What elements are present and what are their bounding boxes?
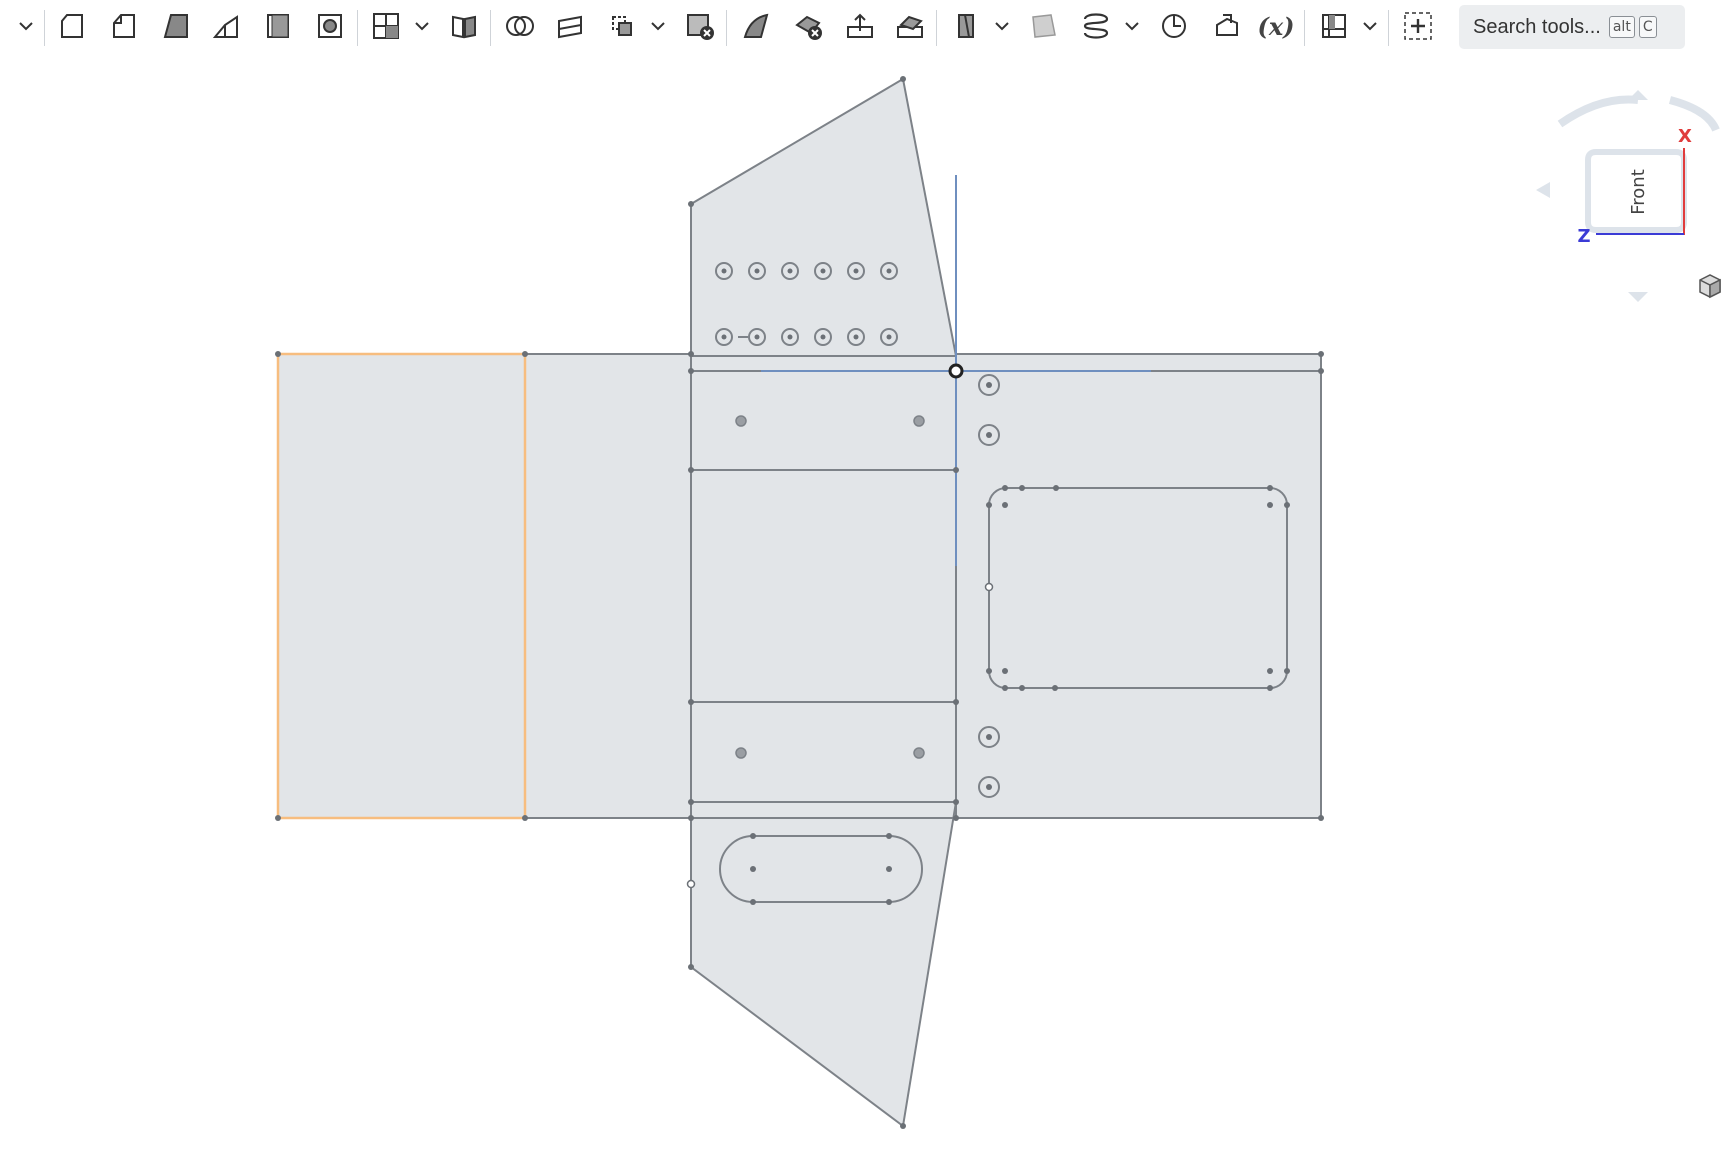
loft-icon[interactable] (206, 6, 246, 46)
mirror-icon[interactable] (444, 6, 484, 46)
boolean-icon[interactable] (500, 6, 540, 46)
origin-point[interactable] (948, 363, 964, 379)
edge-midpoint (686, 879, 696, 889)
view-up-arrow[interactable] (1628, 90, 1648, 100)
toolbar-divider (44, 10, 45, 46)
mate-connector-icon[interactable] (1154, 6, 1194, 46)
z-axis-label: Z (1577, 226, 1590, 247)
chevron-down-icon[interactable] (412, 16, 432, 36)
graphics-canvas[interactable] (0, 56, 1733, 1156)
add-custom-tool-icon[interactable] (1398, 6, 1438, 46)
chevron-down-icon[interactable] (1122, 16, 1142, 36)
sweep-icon[interactable] (156, 6, 196, 46)
rotate-right-arrow[interactable] (1668, 96, 1720, 132)
thicken-icon[interactable] (258, 6, 298, 46)
split-icon[interactable] (550, 6, 590, 46)
move-face-icon[interactable] (840, 6, 880, 46)
view-mode-cube-icon[interactable] (1699, 274, 1721, 299)
shortcut-key-c: C (1638, 16, 1657, 38)
surface-icon[interactable] (1024, 6, 1064, 46)
toolbar-divider (490, 10, 491, 46)
chevron-down-icon[interactable] (648, 16, 668, 36)
pattern-icon[interactable] (366, 6, 406, 46)
toolbar-divider (1304, 10, 1305, 46)
shortcut-key-alt: alt (1608, 16, 1635, 38)
cutout-midpoint (984, 582, 994, 592)
extrude-icon[interactable] (52, 6, 92, 46)
search-tools-input[interactable]: Search tools... alt C (1459, 5, 1685, 49)
view-down-arrow[interactable] (1628, 292, 1648, 302)
chevron-down-icon[interactable] (1360, 16, 1380, 36)
x-axis-label: X (1678, 126, 1692, 147)
toolbar-divider (1388, 10, 1389, 46)
shell-icon[interactable] (310, 6, 350, 46)
toolbar-divider (357, 10, 358, 46)
replace-face-icon[interactable] (890, 6, 930, 46)
variable-icon: (x) (1257, 11, 1295, 41)
variable-tool[interactable]: (x) (1256, 6, 1296, 46)
delete-part-icon[interactable] (680, 6, 720, 46)
search-tools-label: Search tools... (1473, 15, 1601, 38)
view-cube[interactable]: Front X Z (1520, 70, 1733, 320)
modify-fillet-icon[interactable] (736, 6, 776, 46)
plane-icon[interactable] (946, 6, 986, 46)
toolbar-divider (936, 10, 937, 46)
top-flange-face[interactable] (690, 77, 958, 357)
view-left-arrow[interactable] (1536, 182, 1550, 198)
selected-flange-face[interactable] (276, 352, 527, 820)
helix-icon[interactable] (1076, 6, 1116, 46)
rotate-left-arrow[interactable] (1557, 95, 1639, 128)
view-cube-face-label: Front (1628, 169, 1649, 215)
measure-icon[interactable] (1206, 6, 1246, 46)
toolbar: (x) Search tools... alt C (0, 0, 1733, 56)
revolve-icon[interactable] (104, 6, 144, 46)
sheet-metal-icon[interactable] (1314, 6, 1354, 46)
transform-icon[interactable] (602, 6, 642, 46)
toolbar-divider (726, 10, 727, 46)
flat-pattern (276, 77, 1322, 1128)
delete-face-icon[interactable] (788, 6, 828, 46)
chevron-down-icon[interactable] (992, 16, 1012, 36)
chevron-down-icon[interactable] (16, 16, 36, 36)
left-wall-face[interactable] (524, 353, 692, 819)
right-wall-face[interactable] (955, 353, 1322, 819)
